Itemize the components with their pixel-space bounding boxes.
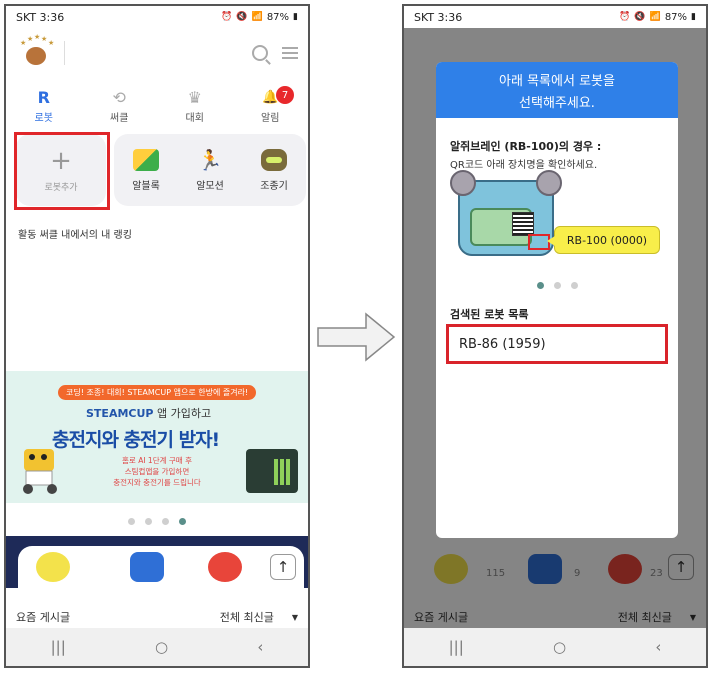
charger-illustration	[246, 449, 298, 493]
board-title: 요즘 게시글	[16, 611, 71, 624]
app-controller[interactable]: 조종기	[260, 148, 288, 192]
robot-illustration	[23, 449, 57, 494]
app-header: ★ ★ ★ ★ ★	[6, 28, 308, 78]
phone-screen-robot-select: SKT 3:36 ⏰ 🔇 📶 87% ▮ 115 9 23 ↑ 요즘 게시글 전…	[402, 4, 708, 668]
highlight-add-robot	[14, 132, 110, 210]
scroll-top-button[interactable]: ↑	[270, 554, 296, 580]
banner-line2-rest: 앱 가입하고	[156, 407, 212, 420]
trophy-icon: ♛	[187, 87, 202, 107]
app-logo[interactable]: ★ ★ ★ ★ ★	[16, 33, 56, 73]
yellow-mascot-icon	[36, 552, 70, 582]
back-button[interactable]: ‹	[655, 638, 661, 656]
alblock-icon	[132, 148, 159, 171]
recent-apps-button[interactable]: |||	[449, 638, 464, 656]
status-carrier-time: SKT 3:36	[414, 10, 463, 24]
red-mascot-icon	[208, 552, 242, 582]
banner-line2: STEAMCUP 앱 가입하고	[86, 405, 211, 421]
main-tabs: R 로봇 ⟲ 써클 ♛ 대회 🔔 알림 7	[6, 84, 308, 128]
alarm-icon: ⏰	[619, 12, 631, 22]
alarm-icon: ⏰	[221, 12, 233, 22]
blue-mascot-icon	[130, 552, 164, 582]
case-title: 알쥐브레인 (RB-100)의 경우 :	[450, 140, 602, 153]
notification-badge: 7	[276, 86, 294, 104]
pager-dot[interactable]	[128, 518, 135, 525]
search-icon[interactable]	[252, 45, 268, 61]
tab-contest[interactable]: ♛ 대회	[157, 84, 233, 128]
menu-icon[interactable]	[282, 47, 298, 59]
home-button[interactable]: ○	[553, 638, 566, 656]
robot-r-icon: R	[37, 87, 50, 107]
transition-arrow-icon	[317, 312, 396, 362]
app-shortcuts: 알블록 🏃 알모션 조종기	[114, 134, 306, 206]
board-filter[interactable]: 전체 최신글	[220, 609, 274, 625]
dialog-title-line2: 선택해주세요.	[519, 95, 595, 111]
gamepad-icon	[260, 148, 287, 171]
banner-details: 홈로 AI 1단계 구매 후 스팀컵앱을 가입하면 충전지와 충전기를 드립니다	[113, 456, 201, 487]
tab-notification-label: 알림	[261, 112, 280, 124]
banner-pill: 코딩! 조종! 대회! STEAMCUP 앱으로 한방에 즐겨라!	[58, 385, 257, 400]
status-carrier-time: SKT 3:36	[16, 10, 65, 24]
mute-icon: 🔇	[236, 12, 248, 22]
ranking-title: 활동 써클 내에서의 내 랭킹	[18, 230, 132, 241]
battery-icon: ▮	[293, 12, 298, 22]
system-navbar: ||| ○ ‹	[404, 628, 706, 666]
status-bar: SKT 3:36 ⏰ 🔇 📶 87% ▮	[6, 6, 308, 28]
dialog-header: 아래 목록에서 로봇을 선택해주세요.	[436, 62, 678, 118]
app-almotion-label: 알모션	[196, 180, 224, 192]
promo-banner[interactable]: 코딩! 조종! 대회! STEAMCUP 앱으로 한방에 즐겨라! STEAMC…	[6, 371, 308, 503]
tab-robot[interactable]: R 로봇	[6, 84, 82, 128]
status-bar: SKT 3:36 ⏰ 🔇 📶 87% ▮	[404, 6, 706, 28]
app-alblock-label: 알블록	[132, 180, 160, 192]
banner-brand: STEAMCUP	[86, 407, 154, 420]
battery-icon: ▮	[691, 12, 696, 22]
mute-icon: 🔇	[634, 12, 646, 22]
system-navbar: ||| ○ ‹	[6, 628, 308, 666]
board-row: 요즘 게시글 전체 최신글 ▼	[6, 604, 308, 630]
circle-icon: ⟲	[112, 87, 126, 107]
robot-select-dialog: 아래 목록에서 로봇을 선택해주세요. 알쥐브레인 (RB-100)의 경우 :…	[436, 62, 678, 538]
pager-dot[interactable]	[145, 518, 152, 525]
pager-dot[interactable]	[162, 518, 169, 525]
tab-notification[interactable]: 🔔 알림 7	[233, 84, 309, 128]
dialog-title-line1: 아래 목록에서 로봇을	[499, 73, 615, 89]
back-button[interactable]: ‹	[257, 638, 263, 656]
wifi-icon: 📶	[251, 12, 263, 22]
banner-headline: 충전지와 충전기 받자!	[52, 429, 220, 451]
home-button[interactable]: ○	[155, 638, 168, 656]
pager-dot[interactable]	[553, 282, 561, 289]
tab-robot-label: 로봇	[34, 112, 53, 124]
pager-dot-active[interactable]	[179, 518, 186, 525]
status-icons: ⏰ 🔇 📶 87% ▮	[619, 12, 696, 23]
tab-circle[interactable]: ⟲ 써클	[82, 84, 158, 128]
battery-level: 87%	[664, 11, 688, 23]
case-description: QR코드 아래 장치명을 확인하세요.	[450, 160, 598, 171]
illustration-pager	[436, 282, 678, 289]
app-controller-label: 조종기	[260, 180, 288, 192]
wifi-icon: 📶	[649, 12, 661, 22]
app-almotion[interactable]: 🏃 알모션	[196, 149, 224, 192]
recent-apps-button[interactable]: |||	[51, 638, 66, 656]
banner-pager	[6, 518, 308, 525]
found-robots-title: 검색된 로봇 목록	[450, 308, 529, 321]
app-alblock[interactable]: 알블록	[132, 148, 160, 192]
tab-contest-label: 대회	[185, 112, 204, 124]
status-icons: ⏰ 🔇 📶 87% ▮	[221, 12, 298, 23]
stage: SKT 3:36 ⏰ 🔇 📶 87% ▮ ★ ★ ★ ★ ★ R 로봇 ⟲ 써클…	[0, 0, 714, 673]
dropdown-caret-icon[interactable]: ▼	[292, 613, 298, 622]
pager-dot-active[interactable]	[536, 282, 544, 289]
device-name-callout: RB-100 (0000)	[547, 226, 660, 254]
battery-level: 87%	[266, 11, 290, 23]
pager-dot[interactable]	[570, 282, 578, 289]
running-figure-icon: 🏃	[197, 147, 223, 172]
found-robot-item[interactable]: RB-86 (1959)	[446, 324, 668, 364]
qr-code-icon	[512, 212, 534, 236]
phone-screen-home: SKT 3:36 ⏰ 🔇 📶 87% ▮ ★ ★ ★ ★ ★ R 로봇 ⟲ 써클…	[4, 4, 310, 668]
tab-circle-label: 써클	[110, 112, 129, 124]
